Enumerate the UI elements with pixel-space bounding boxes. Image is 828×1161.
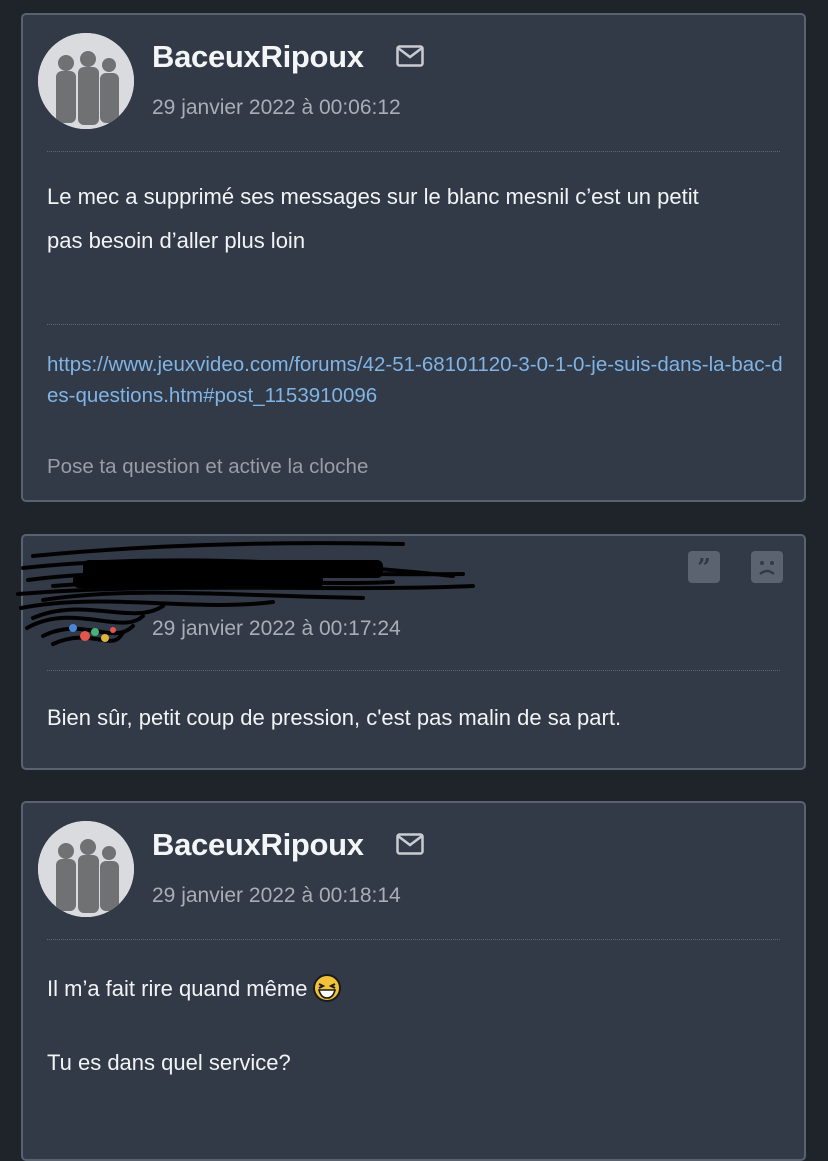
avatar-image	[38, 821, 134, 917]
forum-post: BaceuxRipoux 29 janvier 2022 à 00:18:14 …	[21, 801, 806, 1161]
divider	[47, 670, 780, 671]
quote-icon: ”	[697, 553, 711, 582]
sad-face-icon	[759, 561, 775, 575]
divider	[47, 151, 780, 152]
report-button[interactable]	[751, 551, 783, 583]
post-body-line: Il m’a fait rire quand même	[47, 967, 780, 1011]
post-body-line: Tu es dans quel service?	[47, 1050, 291, 1075]
post-author[interactable]: BaceuxRipoux	[152, 39, 364, 75]
avatar[interactable]	[38, 33, 134, 129]
mail-icon[interactable]	[396, 45, 424, 67]
post-date: 29 janvier 2022 à 00:17:24	[152, 617, 401, 640]
redaction-scribble	[16, 541, 475, 646]
divider	[47, 939, 780, 940]
forum-post: ” 29 janvier 2022 à 00:17:24 Bien sûr, p…	[16, 534, 806, 770]
avatar-image	[38, 33, 134, 129]
avatar[interactable]	[38, 821, 134, 917]
post-author[interactable]: BaceuxRipoux	[152, 827, 364, 863]
post-body-line: pas besoin d’aller plus loin	[47, 228, 306, 253]
post-body: Bien sûr, petit coup de pression, c'est …	[47, 705, 622, 730]
signature-link[interactable]: https://www.jeuxvideo.com/forums/42-51-6…	[47, 349, 784, 411]
signature-text: Pose ta question et active la cloche	[47, 455, 369, 478]
forum-post: BaceuxRipoux 29 janvier 2022 à 00:06:12 …	[21, 13, 806, 502]
svg-text:”: ”	[697, 553, 711, 582]
laughing-emoji-icon	[313, 974, 342, 1002]
post-body: Le mec a supprimé ses messages sur le bl…	[47, 175, 780, 263]
post-date: 29 janvier 2022 à 00:18:14	[152, 884, 401, 907]
post-body-line: Le mec a supprimé ses messages sur le bl…	[47, 184, 699, 209]
signature-divider	[47, 324, 780, 325]
mail-icon[interactable]	[396, 833, 424, 855]
quote-button[interactable]: ”	[688, 551, 720, 583]
post-body-text: Il m’a fait rire quand même	[47, 976, 308, 1001]
post-date: 29 janvier 2022 à 00:06:12	[152, 96, 401, 119]
